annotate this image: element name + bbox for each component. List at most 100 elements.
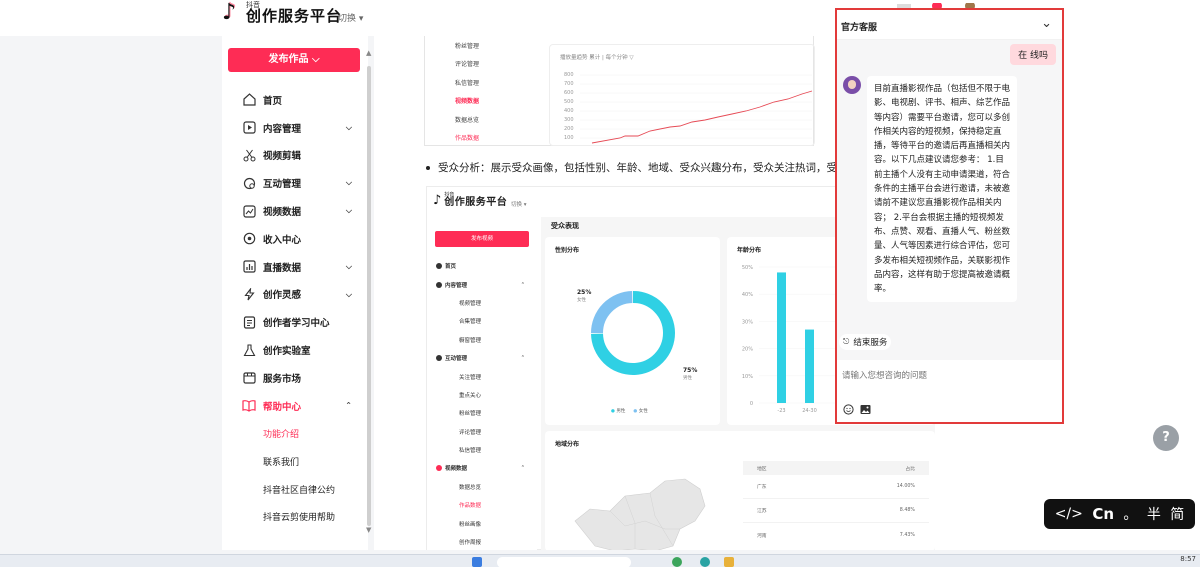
screenshot-switch: 切换 ▾	[511, 202, 527, 208]
code-icon[interactable]: </>	[1055, 506, 1083, 522]
sidebar-subitem-community-convention[interactable]: 抖音社区自律公约	[222, 475, 368, 503]
help-question-icon[interactable]: ?	[1153, 425, 1179, 451]
region-row: 广东 14.00%	[743, 475, 929, 499]
screenshot-nav-label: 重点关心	[459, 392, 482, 399]
douyin-logo[interactable]: ♪ ♪ 抖音 创作服务平台	[222, 0, 343, 25]
browser-icon[interactable]	[700, 557, 710, 567]
screenshot-nav-item: 视频数据 ⌃	[427, 459, 537, 477]
sidebar-item-label: 内容管理	[263, 123, 302, 135]
chat-tools	[843, 404, 871, 415]
ime-width-toggle[interactable]: 半	[1147, 504, 1161, 524]
screenshot-nav-item: 互动管理 ⌃	[427, 349, 537, 367]
screenshot-nav-label: 合集管理	[459, 319, 482, 326]
scroll-down-arrow[interactable]: ▼	[366, 526, 371, 534]
sidebar-subitem-contact-us[interactable]: 联系我们	[222, 447, 368, 475]
sidebar-item-help-center[interactable]: 帮助中心 ⌃	[222, 392, 368, 420]
screenshot-sidebar: 发布视频 首页 内容管理 ⌃ 视频管理 合集管理 橱窗管理 互动管理 ⌃ 关注管理 重点关心 粉丝管…	[427, 223, 537, 550]
age-y-tick: 10%	[742, 374, 753, 380]
sidebar-subitem-cloud-edit-help[interactable]: 抖音云剪使用帮助	[222, 503, 368, 531]
screenshot-menu-item: 私信管理	[455, 79, 480, 87]
tiktok-note-icon: ♪ ♪	[222, 0, 238, 25]
sidebar-item-label: 收入中心	[263, 234, 302, 246]
chat-icon	[242, 176, 256, 190]
sidebar-item-home[interactable]: 首页	[222, 86, 368, 114]
nav-bullet-icon	[436, 281, 442, 288]
chevron-down-icon[interactable]: ⌄	[1041, 16, 1052, 31]
sidebar-item-content-management[interactable]: 内容管理 ⌵	[222, 114, 368, 142]
home-icon	[242, 93, 256, 107]
chat-message-input[interactable]	[842, 368, 1056, 384]
audience-analysis-bullet: 受众分析：展示受众画像，包括性别、年龄、地域、受众兴趣分布，受众关注热词，受众	[426, 160, 848, 175]
scroll-up-arrow[interactable]: ▲	[366, 49, 371, 57]
taskbar-search[interactable]	[497, 557, 631, 567]
donut-slice-女性	[591, 291, 633, 334]
sidebar-item-service-market[interactable]: 服务市场	[222, 364, 368, 392]
chat-composer	[837, 360, 1062, 422]
screenshot-menu-item: 评论管理	[455, 61, 480, 69]
chat-header: 官方客服 ⌄	[837, 10, 1062, 40]
age-y-tick: 40%	[742, 292, 753, 298]
chevron-up-icon: ⌃	[345, 400, 352, 410]
app-icon[interactable]	[672, 557, 682, 567]
sidebar-item-live-data[interactable]: 直播数据 ⌵	[222, 253, 368, 281]
taskbar-clock: 8:57	[1180, 555, 1196, 563]
screenshot-publish-button: 发布视频	[435, 231, 529, 247]
image-upload-icon[interactable]	[860, 404, 871, 415]
sidebar-item-video-data[interactable]: 视频数据 ⌵	[222, 197, 368, 225]
region-table: 地区 占比 广东 14.00% 江苏 8.48% 河南 7.43%	[743, 461, 929, 547]
end-service-button[interactable]: ⎋ 结束服务	[839, 334, 892, 350]
ime-script-toggle[interactable]: 简	[1170, 504, 1184, 524]
article-screenshot-video-data: 粉丝管理 评论管理 私信管理 视频数据 数据总览 作品数据 播放量趋势 累计 |…	[424, 36, 815, 146]
sidebar-item-label: 服务市场	[263, 373, 302, 385]
region-card-title: 地域分布	[555, 441, 580, 448]
ime-toolbar: </> Cn 。 半 简	[1044, 499, 1195, 529]
screenshot-nav-item: 橱窗管理	[427, 331, 537, 349]
screenshot-nav-label: 创作周报	[459, 540, 482, 547]
sidebar-item-interaction-management[interactable]: 互动管理 ⌵	[222, 169, 368, 197]
screenshot-nav-item: 作品数据	[427, 496, 537, 514]
publish-work-button[interactable]: 发布作品 ⌵	[228, 48, 360, 72]
bullet-dot	[426, 166, 430, 170]
folder-icon[interactable]	[724, 557, 734, 567]
legend-dot-male: ●	[611, 409, 615, 414]
gender-donut-chart	[591, 291, 675, 375]
sidebar-scrollbar[interactable]	[367, 66, 371, 526]
region-value: 14.00%	[896, 484, 915, 489]
screenshot-nav-label: 数据总览	[459, 484, 482, 491]
region-row: 河南 7.43%	[743, 523, 929, 547]
start-icon[interactable]	[472, 557, 482, 567]
sidebar-item-label: 首页	[263, 95, 283, 107]
exit-icon: ⎋	[843, 337, 850, 346]
screenshot-nav-label: 首页	[445, 264, 457, 271]
user-message-bubble: 在 线吗	[1010, 44, 1056, 65]
screenshot-switch-label: 切换	[511, 202, 523, 208]
region-value: 7.43%	[899, 532, 915, 538]
switch-account-dropdown[interactable]: 切换 ▾	[338, 11, 363, 24]
screenshot-nav-label: 粉丝管理	[459, 411, 482, 418]
screenshot-nav-label: 评论管理	[459, 429, 482, 436]
screenshot-menu-item: 视频数据	[455, 98, 480, 106]
screenshot-nav-label: 视频管理	[459, 300, 482, 307]
sidebar-subitem-feature-intro[interactable]: 功能介绍	[222, 420, 368, 448]
emoji-icon[interactable]	[843, 404, 854, 415]
store-icon	[242, 371, 256, 385]
help-article: 粉丝管理 评论管理 私信管理 视频数据 数据总览 作品数据 播放量趋势 累计 |…	[374, 36, 1200, 550]
sidebar-item-creative-lab[interactable]: 创作实验室	[222, 336, 368, 364]
sidebar-item-label: 直播数据	[263, 262, 302, 274]
customer-service-chat-panel: 官方客服 ⌄ 在 线吗 目前直播影视作品（包括但不限于电影、电视剧、评书、相声、…	[835, 8, 1064, 424]
sidebar-item-creative-inspiration[interactable]: 创作灵感 ⌵	[222, 281, 368, 309]
legend-dot-female: ●	[633, 409, 638, 414]
screenshot-menu-item: 粉丝管理	[455, 42, 480, 50]
sidebar-item-video-editing[interactable]: 视频剪辑	[222, 142, 368, 170]
screenshot-menu-item: 数据总览	[455, 116, 480, 124]
legend-female-label: 女性	[638, 409, 648, 414]
sidebar-item-label: 创作者学习中心	[263, 318, 330, 330]
ime-punctuation-toggle[interactable]: 。	[1123, 504, 1137, 524]
sidebar-item-income-center[interactable]: 收入中心	[222, 225, 368, 253]
chevron-up-icon: ⌃	[520, 355, 525, 362]
sidebar-item-learning-center[interactable]: 创作者学习中心	[222, 308, 368, 336]
logo-title: 创作服务平台	[246, 7, 343, 25]
screenshot-nav-label: 视频数据	[445, 466, 468, 473]
ime-language-toggle[interactable]: Cn	[1092, 505, 1114, 523]
age-bar-24-30	[805, 329, 814, 403]
